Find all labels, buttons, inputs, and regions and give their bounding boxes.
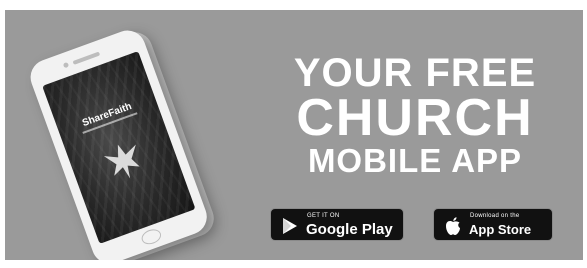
google-play-small-text: GET IT ON (307, 213, 340, 219)
google-play-badge[interactable]: GET IT ON Google Play (270, 208, 404, 241)
promo-banner: ShareFaith YOUR FREE CHURCH MOBILE APP G… (5, 10, 583, 260)
apple-icon (446, 217, 460, 235)
app-store-badge[interactable]: Download on the App Store (433, 208, 553, 241)
phone-screen: ShareFaith (42, 51, 196, 244)
headline-line3: MOBILE APP (307, 142, 523, 179)
speaker-grille (72, 51, 101, 65)
phone-mockup: ShareFaith (25, 15, 245, 260)
google-play-big-text: Google Play (306, 221, 393, 238)
app-store-big-text: App Store (469, 222, 532, 237)
headline-line1: YOUR FREE (293, 51, 537, 95)
home-button (139, 226, 164, 247)
dove-icon (103, 144, 140, 179)
app-store-small-text: Download on the (470, 213, 520, 219)
google-play-icon (283, 218, 297, 234)
headline: YOUR FREE CHURCH MOBILE APP (260, 53, 570, 177)
headline-line2: CHURCH (296, 89, 534, 147)
camera-icon (62, 61, 70, 69)
